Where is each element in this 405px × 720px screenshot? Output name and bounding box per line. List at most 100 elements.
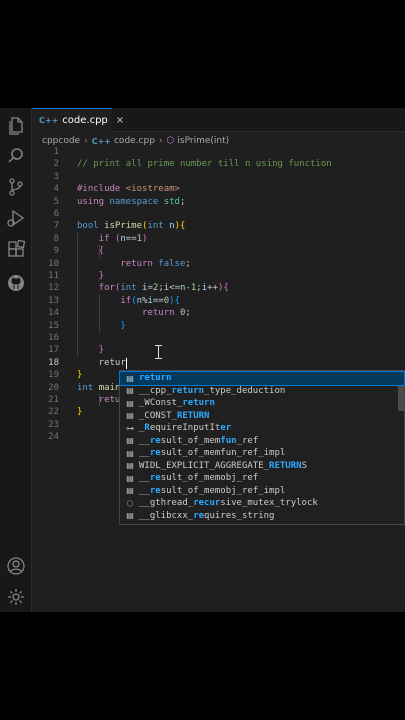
code-token: if — [77, 233, 115, 244]
code-text: } — [77, 406, 82, 418]
tab-code-cpp[interactable]: C++ code.cpp × — [32, 108, 124, 132]
suggestion-item[interactable]: ▤ __result_of_memfun_ref — [120, 435, 404, 448]
suggestion-text: _WConst_ — [139, 398, 183, 409]
line-number: 11 — [48, 271, 59, 281]
suggestion-item[interactable]: ▤ __cpp_return_type_deduction — [120, 385, 404, 398]
code-token: return — [77, 258, 159, 269]
code-line[interactable]: 6 — [32, 208, 405, 220]
suggestion-text: quires_string — [204, 510, 275, 521]
suggestion-label: __gthread_recursive_mutex_trylock — [139, 498, 318, 508]
suggestion-item[interactable]: ▤ __result_of_memfun_ref_impl — [120, 447, 404, 460]
extensions-icon[interactable] — [6, 240, 26, 260]
keyword-icon: ▤ — [126, 398, 134, 408]
code-line[interactable]: 15 } — [32, 320, 405, 332]
code-line[interactable]: 3 — [32, 171, 405, 183]
code-text: } — [77, 344, 104, 356]
code-line[interactable]: 4 #include <iostream> — [32, 183, 405, 195]
autocomplete-suggestion-widget[interactable]: ▤ return ▤ __cpp_return_type_deduction ▤ _WCo… — [119, 370, 405, 525]
settings-gear-icon[interactable] — [6, 587, 26, 607]
code-line[interactable]: 11 } — [32, 270, 405, 282]
suggestion-text: __gthread_ — [139, 498, 194, 509]
suggestion-item[interactable]: ⊶ _RequireInputIter — [120, 422, 404, 435]
suggestion-text: equireInputIt — [149, 423, 221, 434]
code-token: ) — [142, 233, 148, 244]
indent-guide — [98, 394, 100, 407]
close-icon[interactable]: × — [116, 115, 124, 126]
code-token: namespace — [109, 196, 164, 207]
github-icon[interactable] — [6, 273, 26, 293]
suggestion-text: __ — [139, 435, 150, 446]
code-token: } — [77, 407, 83, 418]
suggestion-text: sult_of_mem — [160, 435, 221, 446]
suggestion-item[interactable]: ▤ return — [119, 371, 405, 386]
line-number: 16 — [48, 333, 59, 343]
suggestion-match: return — [171, 385, 205, 396]
code-line[interactable]: 18 retur — [32, 357, 405, 369]
keyword-icon: ▤ — [126, 511, 134, 521]
keyword-icon: ▤ — [126, 436, 134, 446]
code-token: main — [98, 382, 121, 393]
suggestion-label: _WConst_return — [139, 398, 215, 408]
suggestion-item[interactable]: ▤ WIDL_EXPLICIT_AGGREGATE_RETURNS — [120, 460, 404, 473]
suggestion-text: __ — [139, 448, 150, 459]
line-number: 4 — [53, 184, 59, 195]
suggestion-item[interactable]: ▤ __result_of_memobj_ref_impl — [120, 485, 404, 498]
code-token: ; — [179, 196, 186, 207]
code-line[interactable]: 14 return 0; — [32, 307, 405, 319]
code-line[interactable]: 16 — [32, 332, 405, 344]
code-line[interactable]: 2 // print all prime number till n using … — [32, 158, 405, 170]
code-line[interactable]: 10 return false; — [32, 258, 405, 270]
line-number: 19 — [48, 370, 59, 381]
suggestion-item[interactable]: ▤ _CONST_RETURN — [120, 410, 404, 423]
suggestion-label: __result_of_memfun_ref_impl — [139, 448, 285, 458]
run-debug-icon[interactable] — [6, 208, 26, 228]
keyword-icon: ▤ — [126, 448, 134, 458]
code-token: retur — [77, 357, 126, 368]
code-text: return 0; — [77, 307, 191, 319]
code-token: return — [77, 308, 180, 319]
code-line[interactable]: 5 using namespace std; — [32, 196, 405, 208]
code-token: false — [158, 258, 186, 269]
code-token: { — [77, 246, 105, 257]
line-number: 17 — [48, 345, 59, 356]
code-line[interactable]: 13 if(n%i==0){ — [32, 295, 405, 307]
suggestion-text: _type_deduction — [204, 385, 286, 396]
suggestion-item[interactable]: ▤ __glibcxx_requires_string — [120, 510, 404, 523]
breadcrumb-folder[interactable]: cppcode — [42, 136, 80, 146]
line-number: 14 — [48, 308, 59, 319]
code-line[interactable]: 12 for(int i=2;i<=n-1;i++){ — [32, 282, 405, 294]
code-text: } — [77, 270, 104, 282]
suggestion-item[interactable]: ⬡ __gthread_recursive_mutex_trylock — [120, 497, 404, 510]
line-number: 22 — [48, 407, 59, 418]
suggestion-label: __result_of_memfun_ref — [139, 436, 258, 446]
files-icon[interactable] — [6, 115, 26, 135]
code-text: using namespace std; — [77, 196, 185, 208]
suggestion-item[interactable]: ▤ _WConst_return — [120, 397, 404, 410]
code-token: int — [120, 283, 143, 294]
code-line[interactable]: 7 bool isPrime(int n){ — [32, 220, 405, 232]
code-token: for — [77, 283, 115, 294]
code-text: #include <iostream> — [77, 183, 180, 195]
line-number: 21 — [48, 395, 59, 405]
code-line[interactable]: 8 if (n==1) — [32, 233, 405, 245]
account-icon[interactable] — [6, 556, 26, 576]
suggestion-match: RETURN — [269, 460, 302, 471]
code-token: <= — [169, 283, 180, 294]
code-token: { — [179, 221, 186, 232]
code-line[interactable]: 9 { — [32, 245, 405, 257]
function-symbol-icon: ⬡ — [126, 498, 134, 508]
code-line[interactable]: 1 — [32, 146, 405, 158]
code-token: // print all prime number till n using f… — [77, 159, 332, 170]
code-line[interactable]: 17 } — [32, 344, 405, 356]
keyword-icon: ▤ — [126, 473, 134, 483]
code-token: { — [223, 283, 229, 294]
search-icon[interactable] — [6, 146, 26, 166]
suggestion-item[interactable]: ▤ __result_of_memobj_ref — [120, 472, 404, 485]
code-token: bool — [77, 221, 105, 232]
code-text: { — [77, 245, 104, 257]
breadcrumb-file[interactable]: code.cpp — [114, 136, 155, 146]
source-control-icon[interactable] — [6, 177, 26, 197]
suggestion-match: return — [182, 398, 215, 409]
breadcrumb-symbol[interactable]: isPrime(int) — [177, 136, 229, 146]
line-number: 2 — [53, 159, 59, 170]
